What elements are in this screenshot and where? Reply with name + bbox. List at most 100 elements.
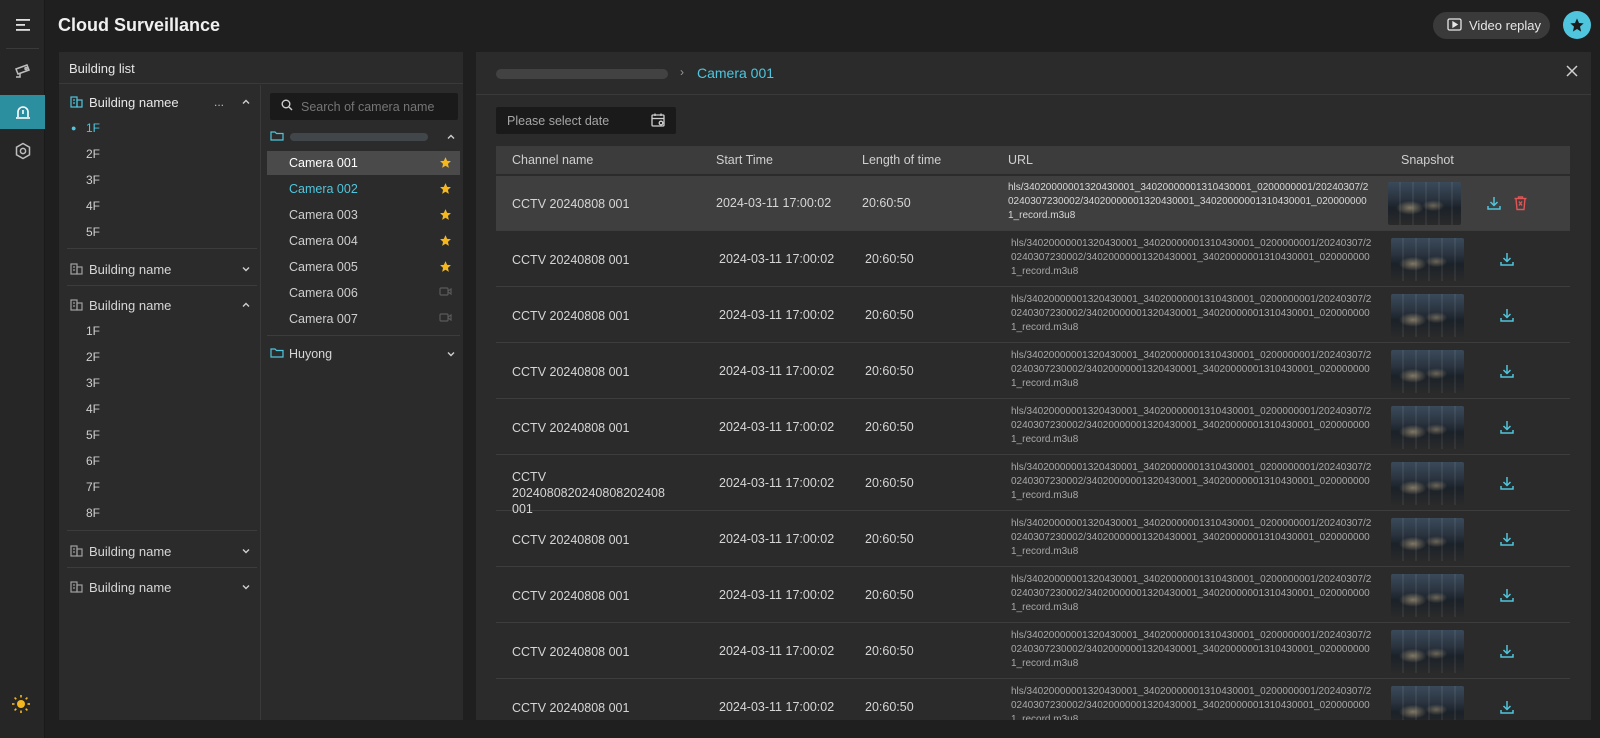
start-time-cell: 2024-03-11 17:00:02 [719, 532, 835, 546]
length-cell: 20:60:50 [865, 644, 914, 658]
snapshot-thumbnail[interactable] [1391, 350, 1464, 393]
floor-item[interactable]: ● 1F [71, 119, 100, 137]
video-replay-label: Video replay [1469, 18, 1542, 33]
length-cell: 20:60:50 [865, 364, 914, 378]
download-icon[interactable] [1499, 699, 1515, 718]
camera-group[interactable]: Huyong [270, 344, 460, 364]
favorites-avatar-button[interactable] [1563, 11, 1591, 39]
building-item[interactable]: Building name [59, 293, 261, 317]
favorite-star-icon[interactable] [439, 182, 452, 198]
camera-item[interactable]: Camera 007 [267, 307, 460, 331]
video-replay-icon [1447, 17, 1462, 34]
camera-item[interactable]: Camera 001 [267, 151, 460, 175]
table-row[interactable]: CCTV 2024080820240808202408 001 2024-03-11… [496, 456, 1570, 516]
snapshot-thumbnail[interactable] [1391, 574, 1464, 617]
date-picker[interactable]: Please select date [496, 107, 676, 134]
menu-icon[interactable] [0, 8, 45, 42]
download-icon[interactable] [1499, 363, 1515, 382]
table-row[interactable]: CCTV 20240808 001 2024-03-11 17:00:02 20:6… [496, 176, 1570, 231]
cctv-icon[interactable] [0, 54, 45, 88]
floor-item[interactable]: 1F [86, 322, 100, 340]
favorite-star-icon[interactable] [439, 234, 452, 250]
gear-icon[interactable] [0, 134, 45, 168]
nav-rail [0, 0, 45, 738]
trash-icon[interactable] [1513, 195, 1528, 214]
chevron-down-icon[interactable] [241, 544, 251, 559]
table-row[interactable]: CCTV 20240808 001 2024-03-11 17:00:02 20:6… [496, 344, 1570, 399]
blurred-breadcrumb[interactable] [496, 69, 668, 79]
camera-item[interactable]: Camera 006 [267, 281, 460, 305]
camera-item[interactable]: Camera 005 [267, 255, 460, 279]
chevron-down-icon[interactable] [446, 348, 456, 362]
table-row[interactable]: CCTV 20240808 001 2024-03-11 17:00:02 20:6… [496, 400, 1570, 455]
alarm-icon[interactable] [0, 95, 45, 129]
channel-name-cell: CCTV 20240808 001 [512, 645, 630, 659]
video-replay-button[interactable]: Video replay [1433, 12, 1550, 39]
snapshot-thumbnail[interactable] [1391, 294, 1464, 337]
favorite-star-icon[interactable] [439, 156, 452, 172]
building-name-ellipsis: ... [214, 95, 225, 109]
floor-item[interactable]: 3F [86, 171, 100, 189]
camera-item[interactable]: Camera 004 [267, 229, 460, 253]
download-icon[interactable] [1499, 251, 1515, 270]
floor-item[interactable]: 4F [86, 400, 100, 418]
floor-item[interactable]: 6F [86, 452, 100, 470]
close-icon[interactable] [1565, 64, 1579, 83]
sun-icon[interactable] [11, 694, 31, 719]
download-icon[interactable] [1499, 587, 1515, 606]
snapshot-thumbnail[interactable] [1391, 462, 1464, 505]
breadcrumb-separator: › [680, 65, 684, 79]
table-row[interactable]: CCTV 20240808 001 2024-03-11 17:00:02 20:6… [496, 624, 1570, 679]
table-row[interactable]: CCTV 20240808 001 2024-03-11 17:00:02 20:6… [496, 288, 1570, 343]
calendar-icon[interactable] [650, 112, 666, 131]
table-row[interactable]: CCTV 20240808 001 2024-03-11 17:00:02 20:6… [496, 568, 1570, 623]
download-icon[interactable] [1499, 419, 1515, 438]
table-row[interactable]: CCTV 20240808 001 2024-03-11 17:00:02 20:6… [496, 232, 1570, 287]
building-item[interactable]: Building name [59, 575, 261, 599]
camera-search-input[interactable] [301, 99, 451, 114]
download-icon[interactable] [1486, 195, 1502, 214]
floor-item[interactable]: 4F [86, 197, 100, 215]
table-row[interactable]: CCTV 20240808 001 2024-03-11 17:00:02 20:6… [496, 680, 1570, 720]
camera-list: Camera 001 Camera 002 Camera 003 Camera … [262, 85, 463, 720]
chevron-up-icon[interactable] [241, 95, 251, 110]
floor-item[interactable]: 5F [86, 223, 100, 241]
favorite-star-icon[interactable] [439, 260, 452, 276]
table-row[interactable]: CCTV 20240808 001 2024-03-11 17:00:02 20:6… [496, 512, 1570, 567]
start-time-cell: 2024-03-11 17:00:02 [719, 252, 835, 266]
download-icon[interactable] [1499, 475, 1515, 494]
floor-item[interactable]: 8F [86, 504, 100, 522]
chevron-up-icon[interactable] [446, 131, 456, 145]
breadcrumb: › Camera 001 [476, 52, 1591, 95]
download-icon[interactable] [1499, 307, 1515, 326]
building-item[interactable]: Building name [59, 539, 261, 563]
favorite-star-icon[interactable] [439, 208, 452, 224]
length-cell: 20:60:50 [865, 532, 914, 546]
floor-item[interactable]: 3F [86, 374, 100, 392]
floor-item[interactable]: 2F [86, 348, 100, 366]
floor-item[interactable]: 2F [86, 145, 100, 163]
chevron-up-icon[interactable] [241, 298, 251, 313]
floor-item[interactable]: 5F [86, 426, 100, 444]
download-icon[interactable] [1499, 643, 1515, 662]
chevron-down-icon[interactable] [241, 580, 251, 595]
building-item[interactable]: Building name [59, 257, 261, 281]
snapshot-thumbnail[interactable] [1391, 406, 1464, 449]
download-icon[interactable] [1499, 531, 1515, 550]
chevron-down-icon[interactable] [241, 262, 251, 277]
snapshot-thumbnail[interactable] [1391, 238, 1464, 281]
snapshot-thumbnail[interactable] [1391, 630, 1464, 673]
building-name: Building name [89, 579, 172, 595]
snapshot-thumbnail[interactable] [1391, 686, 1464, 720]
floor-item[interactable]: 7F [86, 478, 100, 496]
camera-search[interactable] [270, 93, 458, 120]
star-icon [1570, 18, 1584, 32]
snapshot-thumbnail[interactable] [1388, 182, 1461, 225]
camera-item[interactable]: Camera 002 [267, 177, 460, 201]
camera-group[interactable] [270, 127, 460, 147]
building-item[interactable]: Building namee ... [59, 90, 261, 114]
start-time-cell: 2024-03-11 17:00:02 [719, 700, 835, 714]
camera-item[interactable]: Camera 003 [267, 203, 460, 227]
folder-icon [270, 347, 284, 361]
snapshot-thumbnail[interactable] [1391, 518, 1464, 561]
